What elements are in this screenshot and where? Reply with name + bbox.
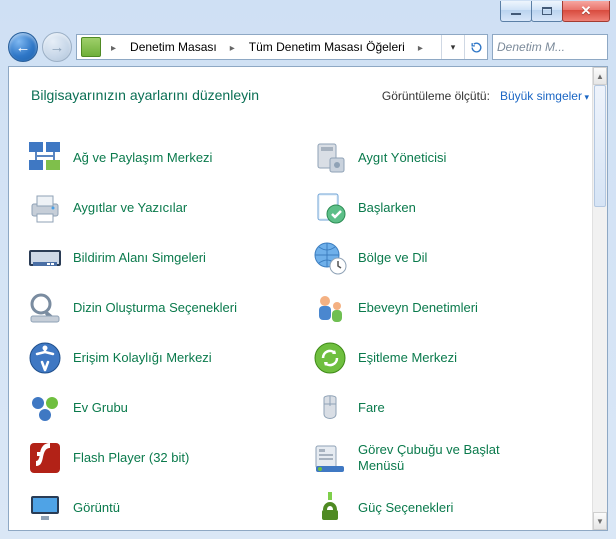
cp-item-region-language[interactable]: Bölge ve Dil bbox=[308, 233, 593, 283]
cp-item-display[interactable]: Görüntü bbox=[23, 483, 308, 530]
sync-icon bbox=[312, 340, 348, 376]
item-label: Ağ ve Paylaşım Merkezi bbox=[73, 150, 212, 166]
device-manager-icon bbox=[312, 140, 348, 176]
page-title: Bilgisayarınızın ayarlarını düzenleyin bbox=[31, 87, 259, 103]
breadcrumb-seg-2[interactable]: Tüm Denetim Masası Öğeleri bbox=[241, 35, 412, 59]
item-label: Başlarken bbox=[358, 200, 416, 216]
close-button[interactable]: ✕ bbox=[562, 1, 610, 22]
chevron-right-icon[interactable] bbox=[224, 40, 241, 54]
cp-item-parental-controls[interactable]: Ebeveyn Denetimleri bbox=[308, 283, 593, 333]
scroll-up-button[interactable]: ▲ bbox=[593, 67, 607, 85]
chevron-right-icon[interactable] bbox=[105, 40, 122, 54]
refresh-icon bbox=[470, 41, 483, 54]
item-label: Ebeveyn Denetimleri bbox=[358, 300, 478, 316]
window: ✕ Denetim Masası Tüm Denetim Masası Öğel… bbox=[0, 0, 616, 539]
cp-item-ease-of-access[interactable]: Erişim Kolaylığı Merkezi bbox=[23, 333, 308, 383]
header-row: Bilgisayarınızın ayarlarını düzenleyin G… bbox=[9, 67, 607, 117]
scroll-track[interactable] bbox=[593, 85, 607, 512]
power-icon bbox=[312, 490, 348, 526]
cp-item-homegroup[interactable]: Ev Grubu bbox=[23, 383, 308, 433]
view-by-value: Büyük simgeler bbox=[500, 89, 582, 103]
view-by-group: Görüntüleme ölçütü: Büyük simgeler bbox=[382, 89, 589, 103]
cp-item-getting-started[interactable]: Başlarken bbox=[308, 183, 593, 233]
view-by-label: Görüntüleme ölçütü: bbox=[382, 89, 490, 103]
getting-started-icon bbox=[312, 190, 348, 226]
refresh-button[interactable] bbox=[464, 35, 487, 59]
item-label: Bildirim Alanı Simgeleri bbox=[73, 250, 206, 266]
titlebar: ✕ bbox=[0, 0, 616, 30]
maximize-icon bbox=[542, 7, 552, 15]
display-icon bbox=[27, 490, 63, 526]
breadcrumb-history-dropdown[interactable] bbox=[441, 35, 464, 59]
item-label: Görüntü bbox=[73, 500, 120, 516]
item-label: Ev Grubu bbox=[73, 400, 128, 416]
navbar: Denetim Masası Tüm Denetim Masası Öğeler… bbox=[0, 30, 616, 64]
content-pane: Bilgisayarınızın ayarlarını düzenleyin G… bbox=[8, 66, 608, 531]
item-label: Fare bbox=[358, 400, 385, 416]
minimize-button[interactable] bbox=[500, 1, 532, 22]
search-placeholder: Denetim M... bbox=[497, 40, 565, 54]
vertical-scrollbar[interactable]: ▲ ▼ bbox=[592, 67, 607, 530]
item-label: Güç Seçenekleri bbox=[358, 500, 453, 516]
item-label: Aygıt Yöneticisi bbox=[358, 150, 446, 166]
chevron-right-icon[interactable] bbox=[412, 40, 429, 54]
arrow-left-icon bbox=[16, 39, 31, 56]
item-label: Erişim Kolaylığı Merkezi bbox=[73, 350, 212, 366]
cp-item-indexing-options[interactable]: Dizin Oluşturma Seçenekleri bbox=[23, 283, 308, 333]
breadcrumb-end bbox=[441, 35, 487, 59]
cp-item-flash-player[interactable]: Flash Player (32 bit) bbox=[23, 433, 308, 483]
item-label: Aygıtlar ve Yazıcılar bbox=[73, 200, 187, 216]
item-label: Eşitleme Merkezi bbox=[358, 350, 457, 366]
breadcrumb-seg-1[interactable]: Denetim Masası bbox=[122, 35, 224, 59]
cp-item-power-options[interactable]: Güç Seçenekleri bbox=[308, 483, 593, 530]
network-icon bbox=[27, 140, 63, 176]
window-controls: ✕ bbox=[501, 1, 610, 22]
cp-item-devices-printers[interactable]: Aygıtlar ve Yazıcılar bbox=[23, 183, 308, 233]
family-icon bbox=[312, 290, 348, 326]
homegroup-icon bbox=[27, 390, 63, 426]
taskbar-start-icon bbox=[312, 440, 348, 476]
cp-item-taskbar-start[interactable]: Görev Çubuğu ve Başlat Menüsü bbox=[308, 433, 593, 483]
back-button[interactable] bbox=[8, 32, 38, 62]
cp-item-mouse[interactable]: Fare bbox=[308, 383, 593, 433]
cp-item-device-manager[interactable]: Aygıt Yöneticisi bbox=[308, 133, 593, 183]
items-grid: Ağ ve Paylaşım Merkezi Aygıt Yöneticisi … bbox=[9, 127, 593, 530]
view-by-dropdown[interactable]: Büyük simgeler bbox=[500, 89, 589, 103]
globe-clock-icon bbox=[312, 240, 348, 276]
search-index-icon bbox=[27, 290, 63, 326]
forward-button[interactable] bbox=[42, 32, 72, 62]
item-label: Görev Çubuğu ve Başlat Menüsü bbox=[358, 442, 548, 473]
item-label: Flash Player (32 bit) bbox=[73, 450, 189, 466]
scroll-thumb[interactable] bbox=[594, 85, 606, 207]
item-label: Dizin Oluşturma Seçenekleri bbox=[73, 300, 237, 316]
scroll-down-button[interactable]: ▼ bbox=[593, 512, 607, 530]
arrow-right-icon bbox=[50, 39, 65, 56]
chevron-down-icon bbox=[582, 89, 589, 103]
mouse-icon bbox=[312, 390, 348, 426]
printer-icon bbox=[27, 190, 63, 226]
cp-item-notification-area[interactable]: Bildirim Alanı Simgeleri bbox=[23, 233, 308, 283]
taskbar-icon bbox=[27, 240, 63, 276]
ease-of-access-icon bbox=[27, 340, 63, 376]
cp-item-sync-center[interactable]: Eşitleme Merkezi bbox=[308, 333, 593, 383]
item-label: Bölge ve Dil bbox=[358, 250, 427, 266]
control-panel-icon bbox=[81, 37, 101, 57]
minimize-icon bbox=[511, 13, 521, 15]
flash-icon bbox=[27, 440, 63, 476]
close-icon: ✕ bbox=[581, 3, 592, 19]
breadcrumb[interactable]: Denetim Masası Tüm Denetim Masası Öğeler… bbox=[76, 34, 488, 60]
search-input[interactable]: Denetim M... bbox=[492, 34, 608, 60]
maximize-button[interactable] bbox=[531, 1, 563, 22]
cp-item-network-sharing[interactable]: Ağ ve Paylaşım Merkezi bbox=[23, 133, 308, 183]
